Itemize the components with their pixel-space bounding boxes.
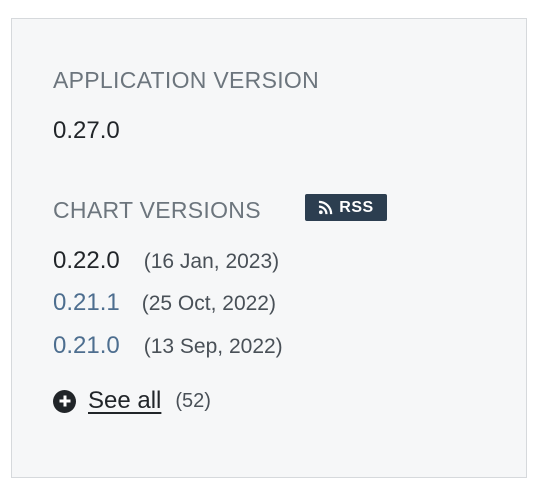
rss-icon [318, 200, 333, 215]
see-all-versions[interactable]: See all (52) [53, 387, 211, 415]
rss-label: RSS [339, 198, 374, 216]
rss-button[interactable]: RSS [305, 194, 387, 221]
plus-circle-icon [53, 389, 76, 413]
chart-version-row: 0.22.0 (16 Jan, 2023) [53, 247, 279, 275]
chart-version-current: 0.22.0 [53, 247, 120, 274]
chart-version-date: (25 Oct, 2022) [141, 292, 276, 315]
application-version-value: 0.27.0 [53, 117, 120, 144]
application-version-heading: APPLICATION VERSION [53, 67, 319, 93]
chart-version-row: 0.21.1 (25 Oct, 2022) [53, 289, 276, 317]
chart-version-link[interactable]: 0.21.0 [53, 332, 120, 360]
chart-version-date: (16 Jan, 2023) [143, 250, 280, 273]
chart-versions-heading: CHART VERSIONS [53, 197, 261, 223]
chart-version-link[interactable]: 0.21.1 [53, 289, 120, 317]
chart-version-row: 0.21.0 (13 Sep, 2022) [53, 332, 283, 360]
see-all-link[interactable]: See all [88, 387, 161, 415]
versions-count: (52) [175, 389, 211, 412]
chart-version-date: (13 Sep, 2022) [143, 335, 283, 358]
versions-panel: APPLICATION VERSION 0.27.0 CHART VERSION… [11, 18, 527, 478]
